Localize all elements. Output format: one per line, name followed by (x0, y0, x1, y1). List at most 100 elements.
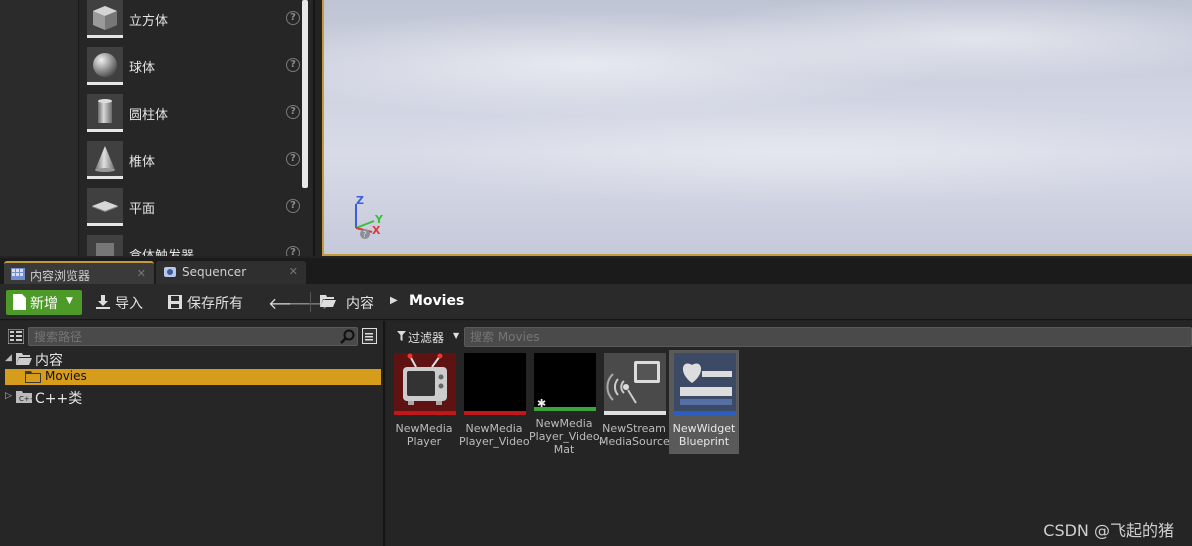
tree-item-content[interactable]: ◢ 内容 (5, 351, 381, 369)
asset-type-bar (464, 411, 526, 415)
search-icon[interactable] (340, 329, 355, 344)
add-new-label: 新增 (30, 296, 58, 312)
folder-tree-panel: ◢ 内容 Movies ▷ C++ C++类 (0, 321, 385, 546)
widget-blueprint-icon (674, 353, 736, 415)
axis-gizmo: ? Z Y X (344, 194, 394, 244)
folder-icon (25, 371, 41, 383)
folder-open-icon (320, 295, 336, 307)
asset-type-bar (394, 411, 456, 415)
tree-item-label: 内容 (35, 353, 63, 369)
filters-label: 过滤器 (408, 331, 445, 345)
place-item-cube[interactable]: 立方体 ? (87, 0, 303, 38)
tree-item-label: Movies (45, 369, 87, 383)
tv-icon (394, 353, 456, 415)
breadcrumb-separator-icon[interactable]: ▶ (390, 295, 398, 306)
import-button[interactable]: 导入 (95, 290, 155, 314)
material-thumbnail: ✱ (534, 353, 596, 411)
tab-sequencer[interactable]: Sequencer ✕ (156, 261, 306, 284)
breadcrumb-current[interactable]: Movies (409, 293, 464, 309)
help-icon[interactable]: ? (286, 58, 300, 72)
place-item-label: 椎体 (129, 155, 156, 170)
axis-x-label: X (372, 224, 381, 237)
chevron-down-icon: ▼ (66, 296, 73, 306)
place-item-sphere[interactable]: 球体 ? (87, 47, 303, 85)
cube-icon (87, 0, 123, 38)
asset-type-bar (674, 411, 736, 415)
toolbar-divider (310, 292, 311, 312)
new-file-icon (13, 294, 26, 310)
asset-name: NewMedia Player_Video_ Mat (529, 417, 606, 456)
help-icon[interactable]: ? (286, 105, 300, 119)
tree-item-label: C++类 (35, 391, 83, 407)
place-item-label: 平面 (129, 202, 156, 217)
asset-tile-newmediaplayer-video-mat[interactable]: ✱ NewMedia Player_Video_ Mat (529, 350, 606, 456)
place-panel-scrollbar[interactable] (302, 0, 308, 188)
sphere-icon (87, 47, 123, 85)
place-item-plane[interactable]: 平面 ? (87, 188, 303, 226)
left-toolbar-strip (0, 0, 78, 256)
add-new-button[interactable]: 新增 ▼ (6, 290, 82, 315)
tab-label: 内容浏览器 (30, 269, 91, 283)
unreal-editor-window: 立方体 ? 球体 ? 圆柱体 ? 椎体 ? 平面 ? ? ? Z Y X 内容浏… (0, 0, 1192, 546)
help-icon[interactable]: ? (286, 199, 300, 213)
tree-item-movies[interactable]: Movies (5, 369, 381, 385)
place-item-label: 球体 (129, 61, 156, 76)
plane-icon (87, 188, 123, 226)
tree-item-cpp-classes[interactable]: ▷ C++ C++类 (5, 389, 381, 407)
asset-tile-newstreammediasource[interactable]: NewStream MediaSource (599, 350, 670, 454)
tab-content-browser[interactable]: 内容浏览器 ✕ (4, 261, 154, 284)
import-icon (96, 295, 110, 309)
help-icon[interactable]: ? (286, 11, 300, 25)
asset-type-bar (534, 407, 596, 411)
place-item-cone[interactable]: 椎体 ? (87, 141, 303, 179)
cone-icon (87, 141, 123, 179)
place-item-label: 盒体触发器 (129, 245, 194, 256)
sequencer-icon (163, 266, 177, 278)
breadcrumb-root[interactable]: 内容 (346, 293, 374, 313)
axis-z-label: Z (356, 194, 364, 207)
asset-name: NewMedia Player_Video (459, 422, 530, 448)
filter-icon (397, 331, 406, 341)
save-all-button[interactable]: 保存所有 (167, 290, 257, 314)
import-label: 导入 (115, 296, 143, 312)
black-thumbnail (464, 353, 526, 415)
asset-tile-newmediaplayer-video[interactable]: NewMedia Player_Video (459, 350, 530, 454)
filters-button[interactable]: 过滤器 ▼ (395, 327, 459, 347)
help-icon[interactable]: ? (286, 246, 300, 256)
svg-text:?: ? (363, 230, 367, 239)
stream-source-icon (604, 353, 666, 415)
chevron-down-icon: ▼ (453, 331, 460, 340)
view-options-icon[interactable] (362, 328, 377, 344)
expand-arrow-icon[interactable]: ◢ (5, 353, 12, 363)
toggle-sources-icon[interactable] (8, 329, 24, 344)
svg-text:C++: C++ (19, 395, 32, 403)
place-item-cylinder[interactable]: 圆柱体 ? (87, 94, 303, 132)
content-browser-toolbar: 新增 ▼ 导入 保存所有 🡐 🡒 内容 ▶ Movies (0, 284, 1192, 320)
path-search-input[interactable] (28, 327, 358, 346)
content-browser-icon (11, 268, 25, 280)
asset-tile-newmediaplayer[interactable]: NewMedia Player (389, 350, 459, 454)
place-item-label: 立方体 (129, 14, 169, 29)
level-viewport[interactable]: ? Z Y X (322, 0, 1192, 256)
cpp-folder-icon: C++ (16, 391, 32, 403)
dock-tab-bar: 内容浏览器 ✕ Sequencer ✕ (0, 258, 1192, 284)
watermark-text: CSDN @飞起的猪 (1043, 521, 1174, 540)
place-item-label: 圆柱体 (129, 108, 169, 123)
help-icon[interactable]: ? (286, 152, 300, 166)
close-icon[interactable]: ✕ (289, 265, 298, 278)
asset-tile-newwidgetblueprint[interactable]: NewWidget Blueprint (669, 350, 739, 454)
collapse-arrow-icon[interactable]: ▷ (5, 391, 12, 401)
box-trigger-icon (87, 235, 123, 256)
asset-name: NewStream MediaSource (599, 422, 670, 448)
asset-name: NewMedia Player (395, 422, 453, 448)
asset-search-input[interactable] (464, 327, 1192, 347)
save-all-label: 保存所有 (187, 296, 243, 312)
tab-label: Sequencer (182, 265, 247, 279)
cylinder-icon (87, 94, 123, 132)
close-icon[interactable]: ✕ (137, 267, 146, 280)
folder-open-icon (16, 353, 32, 365)
asset-view-panel: 过滤器 ▼ NewMedia Player NewMedia Player_Vi… (387, 321, 1192, 546)
asset-name: NewWidget Blueprint (672, 422, 736, 448)
place-actors-panel: 立方体 ? 球体 ? 圆柱体 ? 椎体 ? 平面 ? ? (78, 0, 315, 256)
place-item-box-trigger[interactable]: 盒体触发器 ? (87, 235, 303, 256)
